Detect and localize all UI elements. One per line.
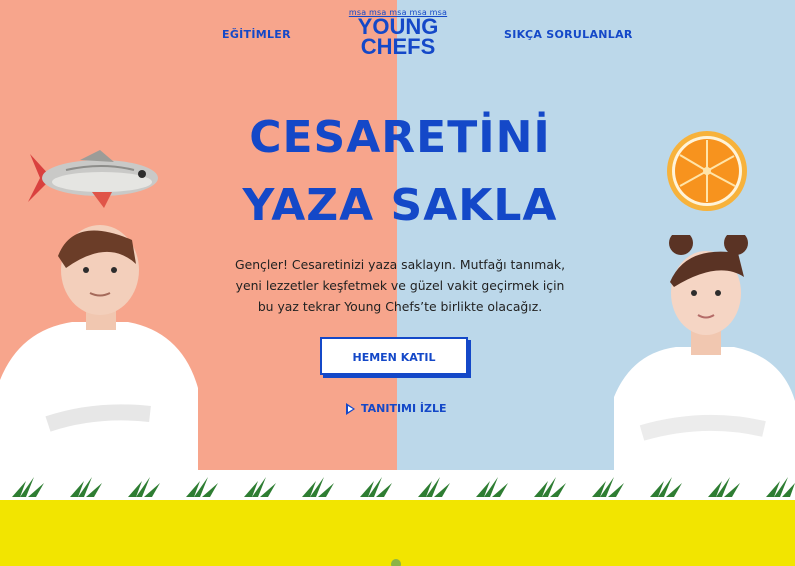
join-now-button[interactable]: HEMEN KATIL bbox=[320, 337, 468, 375]
chef-boy-image bbox=[0, 225, 198, 470]
nav-link-egitimler[interactable]: EĞİTİMLER bbox=[222, 28, 291, 41]
fish-icon bbox=[28, 150, 158, 208]
logo-line-2: CHEFS bbox=[360, 34, 436, 59]
herb-sprig-icon bbox=[391, 559, 401, 566]
hero-title-line-1: CESARETİNİ bbox=[249, 112, 551, 163]
young-chefs-logo[interactable]: msa msa msa msa msa YOUNG CHEFS bbox=[348, 8, 448, 59]
chef-girl-image bbox=[614, 235, 795, 470]
play-icon bbox=[346, 402, 355, 415]
hero-title-line-2: YAZA SAKLA bbox=[242, 180, 558, 231]
orange-slice-icon bbox=[667, 131, 747, 211]
hero-description: Gençler! Cesaretinizi yaza saklayın. Mut… bbox=[234, 257, 566, 314]
watch-intro-label: TANITIMI İZLE bbox=[361, 402, 447, 415]
nav-link-sss[interactable]: SIKÇA SORULANLAR bbox=[504, 28, 633, 41]
herb-row-icons bbox=[12, 477, 795, 497]
watch-intro-link[interactable]: TANITIMI İZLE bbox=[346, 402, 447, 415]
